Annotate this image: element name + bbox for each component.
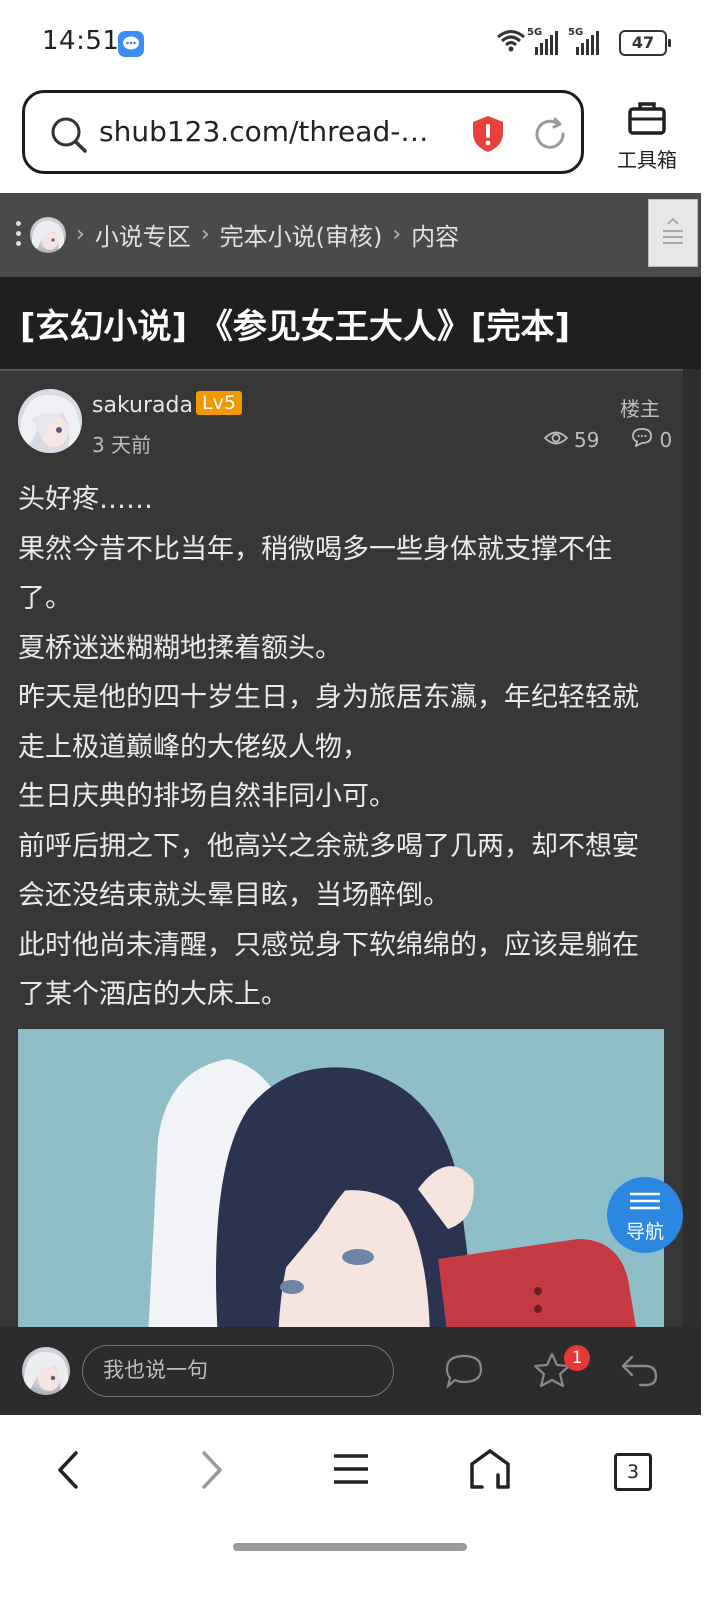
share-back-icon[interactable] [620, 1353, 660, 1393]
toolbox-label: 工具箱 [617, 148, 677, 172]
security-warning-icon[interactable] [471, 115, 505, 157]
status-icons: 5G 5G 47 [495, 27, 671, 58]
navigation-label: 导航 [625, 1221, 664, 1243]
more-dots-icon[interactable] [16, 221, 22, 251]
address-bar[interactable]: shub123.com/thread-26... [22, 90, 584, 174]
toolbox-icon [627, 102, 667, 140]
post-stats: 59 0 [543, 427, 673, 452]
home-icon[interactable] [468, 1447, 512, 1495]
wifi-icon [495, 28, 527, 58]
forward-icon[interactable] [194, 1449, 228, 1495]
author-avatar[interactable] [18, 389, 82, 453]
comment-icon [631, 427, 653, 452]
search-icon [49, 115, 89, 159]
signal-5g-icon-2: 5G [568, 27, 599, 55]
breadcrumb-separator: › [76, 222, 85, 247]
comment-count: 0 [659, 427, 673, 452]
message-notification-icon [118, 31, 144, 57]
post-time: 3 天前 [92, 433, 152, 457]
comment-bar: 我也说一句 1 [0, 1327, 701, 1415]
page-scrollbar[interactable] [701, 193, 715, 1327]
favorite-count-badge: 1 [564, 1345, 590, 1371]
breadcrumb: › 小说专区 › 完本小说(审核) › 内容 [0, 193, 701, 277]
thread-title-bar: [玄幻小说] 《参见女王大人》[完本] [0, 277, 701, 369]
comment-bubble-icon[interactable] [444, 1353, 484, 1395]
breadcrumb-separator: › [392, 222, 402, 247]
navigation-fab[interactable]: 导航 [607, 1177, 683, 1253]
battery-icon: 47 [619, 30, 671, 56]
post-illustration[interactable] [18, 1029, 664, 1327]
back-icon[interactable] [52, 1449, 86, 1495]
url-text[interactable]: shub123.com/thread-26... [99, 115, 429, 148]
view-count: 59 [574, 427, 600, 452]
comment-bar-edge [701, 1327, 715, 1415]
breadcrumb-separator: › [200, 222, 210, 247]
reload-icon[interactable] [531, 115, 569, 157]
toolbox-button[interactable]: 工具箱 [612, 100, 682, 173]
thread-title: [玄幻小说] 《参见女王大人》[完本] [20, 307, 570, 347]
network-type-label: 5G [527, 27, 543, 38]
my-avatar[interactable] [22, 1347, 70, 1395]
home-indicator[interactable] [233, 1543, 467, 1551]
site-avatar[interactable] [30, 217, 66, 253]
level-badge: Lv5 [196, 391, 242, 415]
post-paragraph: 果然今昔不比当年，稍微喝多一些身体就支撑不住了。 [18, 533, 612, 615]
breadcrumb-item-current: 内容 [411, 223, 460, 251]
page-scroll-handle[interactable] [648, 199, 698, 267]
status-time: 14:51 [42, 26, 120, 56]
post-gutter [683, 369, 701, 1327]
web-page: › 小说专区 › 完本小说(审核) › 内容 [玄幻小说] 《参见女王大人》[完… [0, 193, 701, 1327]
breadcrumb-item-section[interactable]: 小说专区 [95, 217, 191, 252]
signal-5g-icon: 5G [527, 27, 558, 55]
post-paragraph: 头好疼…… [18, 484, 153, 515]
browser-navigation-bar: 3 [0, 1415, 715, 1600]
post-card: sakurada Lv5 3 天前 楼主 59 0 头好疼…… 果然今昔不比当年… [0, 369, 683, 1327]
status-bar: 14:51 5G 5G 47 [0, 0, 715, 90]
post-paragraph: 此时他尚未清醒，只感觉身下软绵绵的，应该是躺在了某个酒店的大床上。 [18, 929, 639, 1011]
menu-icon[interactable] [332, 1451, 370, 1491]
eye-icon [543, 428, 569, 452]
post-paragraph: 前呼后拥之下，他高兴之余就多喝了几两，却不想宴会还没结束就头晕目眩，当场醉倒。 [18, 830, 639, 912]
post-paragraph: 生日庆典的排场自然非同小可。 [18, 781, 396, 812]
post-paragraph: 昨天是他的四十岁生日，身为旅居东瀛，年纪轻轻就走上极道巅峰的大佬级人物， [18, 682, 639, 763]
post-body: 头好疼…… 果然今昔不比当年，稍微喝多一些身体就支撑不住了。 夏桥迷迷糊糊地揉着… [18, 475, 648, 1020]
comment-input[interactable]: 我也说一句 [82, 1345, 394, 1397]
tabs-count-button[interactable]: 3 [614, 1453, 652, 1491]
post-paragraph: 夏桥迷迷糊糊地揉着额头。 [18, 632, 342, 664]
network-type-label: 5G [568, 27, 584, 38]
breadcrumb-item-forum[interactable]: 完本小说(审核) [220, 217, 383, 252]
author-name[interactable]: sakurada [92, 393, 193, 418]
floor-label: 楼主 [620, 397, 660, 421]
